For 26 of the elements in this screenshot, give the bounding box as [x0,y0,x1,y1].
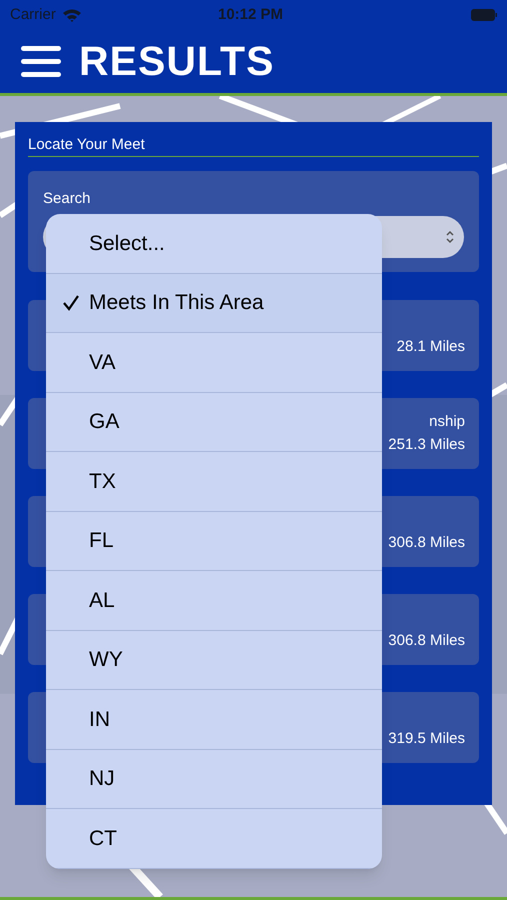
dropdown-option[interactable]: FL [46,512,382,571]
dropdown-option[interactable]: CT [46,809,382,868]
menu-button[interactable] [21,46,61,77]
wifi-icon [62,8,82,22]
meet-distance: 28.1 Miles [396,336,465,356]
dropdown-option[interactable]: VA [46,333,382,392]
search-label: Search [43,189,92,209]
dropdown-option[interactable]: NJ [46,750,382,809]
dropdown-option[interactable]: GA [46,392,382,452]
page-title: RESULTS [79,36,274,86]
battery-icon [471,9,497,21]
meet-distance: 251.3 Miles [388,434,465,454]
dropdown-option[interactable]: Meets In This Area [46,274,382,333]
dropdown-option[interactable]: AL [46,571,382,630]
carrier-label: Carrier [10,4,56,25]
dropdown-option[interactable]: TX [46,452,382,512]
meet-distance: 319.5 Miles [388,728,465,748]
meet-title: nship [429,412,465,432]
checkmark-icon [62,294,80,312]
meet-distance: 306.8 Miles [388,630,465,650]
dropdown-option[interactable]: IN [46,690,382,750]
chevron-updown-icon [444,230,456,244]
panel-title: Locate Your Meet [28,136,479,157]
clock: 10:12 PM [218,4,284,25]
dropdown-option[interactable]: WY [46,630,382,690]
meet-distance: 306.8 Miles [388,532,465,552]
